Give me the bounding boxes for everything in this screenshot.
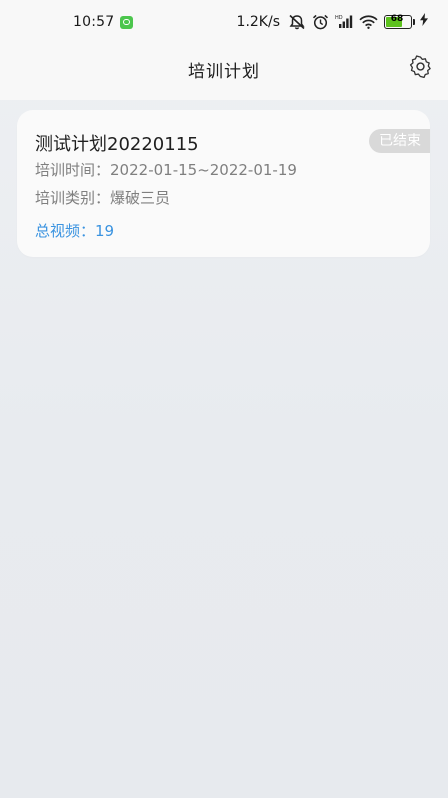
status-bar: 10:57 1.2K/s HD 68 <box>0 0 448 44</box>
plan-time-value: 2022-01-15~2022-01-19 <box>110 161 297 179</box>
plan-time: 培训时间：2022-01-15~2022-01-19 <box>35 159 297 180</box>
title-bar: 培训计划 <box>0 44 448 100</box>
mute-icon <box>288 14 306 30</box>
svg-text:HD: HD <box>335 15 343 21</box>
alarm-icon <box>312 14 329 30</box>
status-right: 1.2K/s HD 68 <box>237 13 428 30</box>
status-badge: 已结束 <box>369 129 430 153</box>
page-title: 培训计划 <box>188 62 260 82</box>
plan-card[interactable]: 测试计划20220115 已结束 培训时间：2022-01-15~2022-01… <box>17 110 430 257</box>
status-left: 10:57 <box>73 14 134 30</box>
net-speed: 1.2K/s <box>236 13 280 30</box>
battery-level: 68 <box>390 13 404 24</box>
plan-videos-label: 总视频： <box>35 222 96 240</box>
charging-icon <box>420 13 428 30</box>
plan-title: 测试计划20220115 <box>35 134 199 155</box>
plan-video-count: 总视频：19 <box>35 220 114 241</box>
settings-button[interactable] <box>408 54 432 78</box>
plan-videos-value: 19 <box>95 222 115 240</box>
signal-icon: HD <box>335 14 353 29</box>
wifi-icon <box>359 14 378 29</box>
plan-category-label: 培训类别： <box>35 189 111 207</box>
status-time: 10:57 <box>73 14 115 30</box>
battery-icon: 68 <box>384 13 415 29</box>
plan-category-value: 爆破三员 <box>110 189 171 207</box>
gear-icon <box>409 54 431 78</box>
plan-time-label: 培训时间： <box>35 161 111 179</box>
wechat-icon <box>120 15 134 29</box>
plan-category: 培训类别：爆破三员 <box>35 187 170 208</box>
